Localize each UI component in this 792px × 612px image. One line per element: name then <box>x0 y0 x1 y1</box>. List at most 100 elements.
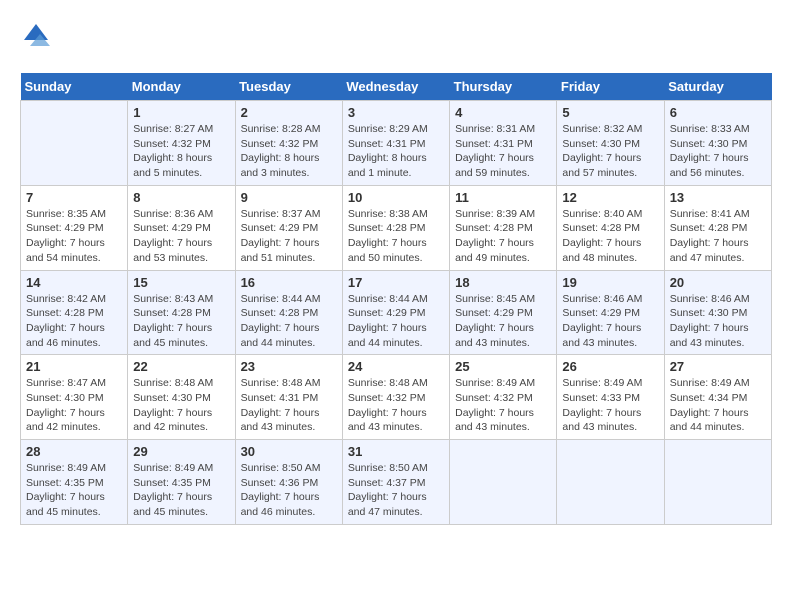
calendar-cell: 6 Sunrise: 8:33 AMSunset: 4:30 PMDaylight… <box>664 101 771 186</box>
day-info: Sunrise: 8:38 AMSunset: 4:28 PMDaylight:… <box>348 207 444 266</box>
calendar-cell: 1 Sunrise: 8:27 AMSunset: 4:32 PMDaylight… <box>128 101 235 186</box>
day-number: 3 <box>348 105 444 120</box>
calendar-cell <box>450 440 557 525</box>
day-info: Sunrise: 8:46 AMSunset: 4:30 PMDaylight:… <box>670 292 766 351</box>
day-number: 1 <box>133 105 229 120</box>
calendar-header-row: SundayMondayTuesdayWednesdayThursdayFrid… <box>21 73 772 101</box>
calendar-cell: 31Sunrise: 8:50 AMSunset: 4:37 PMDayligh… <box>342 440 449 525</box>
day-info: Sunrise: 8:37 AMSunset: 4:29 PMDaylight:… <box>241 207 337 266</box>
weekday-header-friday: Friday <box>557 73 664 101</box>
day-number: 13 <box>670 190 766 205</box>
day-info: Sunrise: 8:29 AMSunset: 4:31 PMDaylight:… <box>348 122 444 181</box>
calendar-cell: 4 Sunrise: 8:31 AMSunset: 4:31 PMDaylight… <box>450 101 557 186</box>
calendar-cell: 18 Sunrise: 8:45 AMSunset: 4:29 PMDayligh… <box>450 270 557 355</box>
day-number: 22 <box>133 359 229 374</box>
day-info: Sunrise: 8:36 AMSunset: 4:29 PMDaylight:… <box>133 207 229 266</box>
day-number: 12 <box>562 190 658 205</box>
day-info: Sunrise: 8:46 AMSunset: 4:29 PMDaylight:… <box>562 292 658 351</box>
calendar-cell: 5 Sunrise: 8:32 AMSunset: 4:30 PMDaylight… <box>557 101 664 186</box>
weekday-header-monday: Monday <box>128 73 235 101</box>
week-row-4: 21 Sunrise: 8:47 AMSunset: 4:30 PMDayligh… <box>21 355 772 440</box>
day-number: 21 <box>26 359 122 374</box>
calendar-table: SundayMondayTuesdayWednesdayThursdayFrid… <box>20 73 772 525</box>
day-info: Sunrise: 8:35 AMSunset: 4:29 PMDaylight:… <box>26 207 122 266</box>
day-number: 30 <box>241 444 337 459</box>
day-number: 29 <box>133 444 229 459</box>
logo-icon <box>20 20 52 57</box>
calendar-cell: 24Sunrise: 8:48 AMSunset: 4:32 PMDayligh… <box>342 355 449 440</box>
calendar-cell: 16 Sunrise: 8:44 AMSunset: 4:28 PMDayligh… <box>235 270 342 355</box>
day-number: 15 <box>133 275 229 290</box>
calendar-cell: 27 Sunrise: 8:49 AMSunset: 4:34 PMDayligh… <box>664 355 771 440</box>
page-header <box>20 20 772 57</box>
day-info: Sunrise: 8:47 AMSunset: 4:30 PMDaylight:… <box>26 376 122 435</box>
day-number: 28 <box>26 444 122 459</box>
calendar-cell: 9 Sunrise: 8:37 AMSunset: 4:29 PMDaylight… <box>235 185 342 270</box>
calendar-cell <box>557 440 664 525</box>
day-number: 16 <box>241 275 337 290</box>
day-number: 17 <box>348 275 444 290</box>
week-row-5: 28 Sunrise: 8:49 AMSunset: 4:35 PMDayligh… <box>21 440 772 525</box>
calendar-cell: 22 Sunrise: 8:48 AMSunset: 4:30 PMDayligh… <box>128 355 235 440</box>
day-info: Sunrise: 8:50 AMSunset: 4:36 PMDaylight:… <box>241 461 337 520</box>
day-number: 5 <box>562 105 658 120</box>
day-info: Sunrise: 8:49 AMSunset: 4:33 PMDaylight:… <box>562 376 658 435</box>
day-number: 4 <box>455 105 551 120</box>
day-info: Sunrise: 8:44 AMSunset: 4:29 PMDaylight:… <box>348 292 444 351</box>
day-number: 9 <box>241 190 337 205</box>
calendar-cell: 3 Sunrise: 8:29 AMSunset: 4:31 PMDaylight… <box>342 101 449 186</box>
calendar-cell: 15 Sunrise: 8:43 AMSunset: 4:28 PMDayligh… <box>128 270 235 355</box>
calendar-cell: 26 Sunrise: 8:49 AMSunset: 4:33 PMDayligh… <box>557 355 664 440</box>
day-info: Sunrise: 8:33 AMSunset: 4:30 PMDaylight:… <box>670 122 766 181</box>
day-number: 8 <box>133 190 229 205</box>
day-info: Sunrise: 8:48 AMSunset: 4:32 PMDaylight:… <box>348 376 444 435</box>
calendar-cell: 19Sunrise: 8:46 AMSunset: 4:29 PMDayligh… <box>557 270 664 355</box>
day-info: Sunrise: 8:42 AMSunset: 4:28 PMDaylight:… <box>26 292 122 351</box>
day-info: Sunrise: 8:48 AMSunset: 4:31 PMDaylight:… <box>241 376 337 435</box>
day-info: Sunrise: 8:48 AMSunset: 4:30 PMDaylight:… <box>133 376 229 435</box>
weekday-header-thursday: Thursday <box>450 73 557 101</box>
calendar-cell: 11 Sunrise: 8:39 AMSunset: 4:28 PMDayligh… <box>450 185 557 270</box>
calendar-cell: 28 Sunrise: 8:49 AMSunset: 4:35 PMDayligh… <box>21 440 128 525</box>
weekday-header-sunday: Sunday <box>21 73 128 101</box>
day-number: 11 <box>455 190 551 205</box>
day-info: Sunrise: 8:43 AMSunset: 4:28 PMDaylight:… <box>133 292 229 351</box>
weekday-header-tuesday: Tuesday <box>235 73 342 101</box>
day-info: Sunrise: 8:27 AMSunset: 4:32 PMDaylight:… <box>133 122 229 181</box>
week-row-1: 1 Sunrise: 8:27 AMSunset: 4:32 PMDaylight… <box>21 101 772 186</box>
day-info: Sunrise: 8:50 AMSunset: 4:37 PMDaylight:… <box>348 461 444 520</box>
calendar-cell: 20Sunrise: 8:46 AMSunset: 4:30 PMDayligh… <box>664 270 771 355</box>
calendar-cell: 12 Sunrise: 8:40 AMSunset: 4:28 PMDayligh… <box>557 185 664 270</box>
day-number: 25 <box>455 359 551 374</box>
day-info: Sunrise: 8:49 AMSunset: 4:34 PMDaylight:… <box>670 376 766 435</box>
day-info: Sunrise: 8:32 AMSunset: 4:30 PMDaylight:… <box>562 122 658 181</box>
calendar-cell: 30 Sunrise: 8:50 AMSunset: 4:36 PMDayligh… <box>235 440 342 525</box>
calendar-cell: 25 Sunrise: 8:49 AMSunset: 4:32 PMDayligh… <box>450 355 557 440</box>
day-info: Sunrise: 8:45 AMSunset: 4:29 PMDaylight:… <box>455 292 551 351</box>
day-number: 18 <box>455 275 551 290</box>
calendar-cell: 7Sunrise: 8:35 AMSunset: 4:29 PMDaylight… <box>21 185 128 270</box>
day-info: Sunrise: 8:44 AMSunset: 4:28 PMDaylight:… <box>241 292 337 351</box>
day-info: Sunrise: 8:39 AMSunset: 4:28 PMDaylight:… <box>455 207 551 266</box>
week-row-3: 14Sunrise: 8:42 AMSunset: 4:28 PMDayligh… <box>21 270 772 355</box>
calendar-cell: 23 Sunrise: 8:48 AMSunset: 4:31 PMDayligh… <box>235 355 342 440</box>
calendar-cell: 10 Sunrise: 8:38 AMSunset: 4:28 PMDayligh… <box>342 185 449 270</box>
day-info: Sunrise: 8:40 AMSunset: 4:28 PMDaylight:… <box>562 207 658 266</box>
calendar-cell: 29 Sunrise: 8:49 AMSunset: 4:35 PMDayligh… <box>128 440 235 525</box>
day-number: 23 <box>241 359 337 374</box>
calendar-cell: 17 Sunrise: 8:44 AMSunset: 4:29 PMDayligh… <box>342 270 449 355</box>
day-info: Sunrise: 8:49 AMSunset: 4:32 PMDaylight:… <box>455 376 551 435</box>
weekday-header-saturday: Saturday <box>664 73 771 101</box>
calendar-cell <box>664 440 771 525</box>
day-number: 10 <box>348 190 444 205</box>
day-info: Sunrise: 8:49 AMSunset: 4:35 PMDaylight:… <box>133 461 229 520</box>
day-number: 27 <box>670 359 766 374</box>
calendar-cell <box>21 101 128 186</box>
weekday-header-wednesday: Wednesday <box>342 73 449 101</box>
calendar-cell: 14Sunrise: 8:42 AMSunset: 4:28 PMDayligh… <box>21 270 128 355</box>
day-number: 26 <box>562 359 658 374</box>
day-info: Sunrise: 8:28 AMSunset: 4:32 PMDaylight:… <box>241 122 337 181</box>
day-info: Sunrise: 8:31 AMSunset: 4:31 PMDaylight:… <box>455 122 551 181</box>
day-info: Sunrise: 8:49 AMSunset: 4:35 PMDaylight:… <box>26 461 122 520</box>
day-number: 6 <box>670 105 766 120</box>
